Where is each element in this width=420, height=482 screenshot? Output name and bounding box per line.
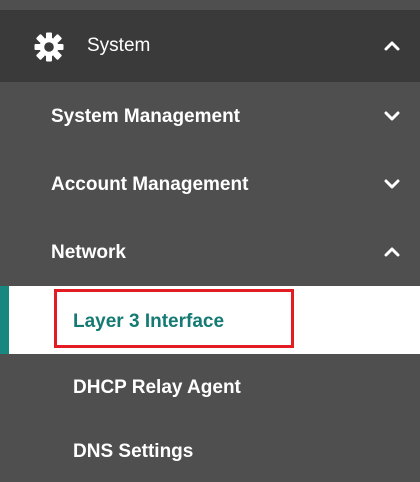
highlight-annotation (54, 289, 294, 348)
side-menu: System System Management Account Managem… (0, 0, 420, 482)
menu-item-label: Network (51, 242, 126, 263)
menu-header-system[interactable]: System (0, 10, 420, 82)
submenu-item-dhcp-relay-agent[interactable]: DHCP Relay Agent (0, 354, 420, 418)
chevron-down-icon[interactable] (384, 108, 400, 124)
active-indicator (0, 286, 9, 354)
menu-item-account-management[interactable]: Account Management (0, 150, 420, 218)
submenu-item-label: DNS Settings (73, 441, 194, 462)
submenu-item-label: DHCP Relay Agent (73, 377, 241, 398)
chevron-up-icon[interactable] (384, 38, 400, 54)
menu-item-label: Account Management (51, 174, 249, 195)
chevron-down-icon[interactable] (384, 176, 400, 192)
submenu-item-dns-settings[interactable]: DNS Settings (0, 418, 420, 482)
menu-item-system-management[interactable]: System Management (0, 82, 420, 150)
menu-item-network[interactable]: Network (0, 218, 420, 286)
menu-item-label: System Management (51, 106, 241, 127)
menu-header-label: System (87, 35, 151, 56)
chevron-up-icon[interactable] (384, 244, 400, 260)
gear-icon (34, 32, 64, 62)
